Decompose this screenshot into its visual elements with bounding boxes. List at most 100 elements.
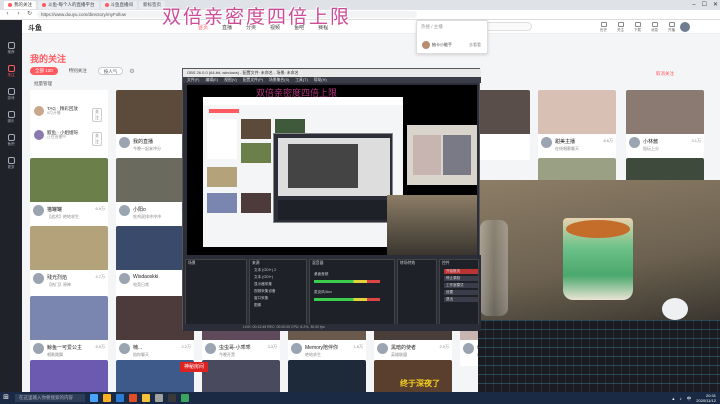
close-button[interactable]: ✕ xyxy=(713,0,718,10)
studio-mode-button[interactable]: 工作室模式 xyxy=(444,283,478,288)
browser-tab-1[interactable]: 斗鱼-每个人的直播平台 xyxy=(38,1,99,9)
obs-menu-help[interactable]: 帮助(H) xyxy=(314,77,327,83)
stream-card[interactable] xyxy=(202,360,280,394)
stream-title: 绝地求生 xyxy=(305,352,321,357)
taskbar-clock[interactable]: 20:31 2020/11/12 xyxy=(696,393,716,403)
sidebar-item-more[interactable]: 更多 xyxy=(7,157,15,170)
stream-title: 今晚开黑 xyxy=(219,352,235,357)
taskbar-app-icon[interactable] xyxy=(103,394,111,402)
obs-menu-tools[interactable]: 工具(T) xyxy=(295,77,307,83)
obs-preview[interactable] xyxy=(187,85,477,255)
site-header: 斗鱼 首页 直播 分类 视频 鱼吧 赛程 搜索主播/直播 历史 关注 下载 消息… xyxy=(22,20,720,34)
source-item[interactable]: 图像 xyxy=(254,303,261,308)
sidebar-item-follow[interactable]: 关注 xyxy=(7,65,15,78)
stream-card[interactable] xyxy=(30,360,108,394)
stream-thumbnail[interactable] xyxy=(30,226,108,270)
windows-start-icon[interactable]: ⊞ xyxy=(2,394,10,402)
minimize-button[interactable]: – xyxy=(692,0,695,10)
back-icon[interactable]: ‹ xyxy=(4,11,11,18)
unfollow-link[interactable]: 取消关注 xyxy=(656,71,674,77)
exit-button[interactable]: 退出 xyxy=(444,297,478,302)
avatar xyxy=(205,343,216,354)
avatar xyxy=(119,343,130,354)
filter-all[interactable]: 全部 120 xyxy=(30,67,58,75)
viewer-count: 9.9万 xyxy=(95,344,105,349)
volume-icon[interactable]: ♪ xyxy=(680,396,682,401)
site-favicon-icon xyxy=(42,3,46,7)
stream-card[interactable]: 残光烈焰 【热门】原神 4.7万 xyxy=(30,226,108,296)
site-logo[interactable]: 斗鱼 xyxy=(28,23,42,33)
streamer-name: 小阳o xyxy=(133,207,146,213)
streamer-name: 小林酱 xyxy=(643,139,659,145)
sort-dropdown[interactable]: 按人气 xyxy=(97,67,124,75)
site-favicon-icon xyxy=(104,3,109,7)
settings-icon[interactable]: ⚙ xyxy=(129,68,134,75)
follow-item[interactable]: 鲸鱼 · 小姐姐呀 正在直播中 关注 xyxy=(34,130,102,146)
stream-banner-text: 双倍亲密度四倍上限 xyxy=(162,6,352,28)
taskbar-app-icon[interactable] xyxy=(116,394,124,402)
popup-go-button[interactable]: 去看看 xyxy=(469,42,481,48)
taskbar-app-icon[interactable] xyxy=(168,394,176,402)
stream-card[interactable] xyxy=(288,360,366,394)
browser-tab-2[interactable]: 斗鱼直播间 xyxy=(100,1,137,9)
start-stream-button[interactable]: 开始推流 xyxy=(444,269,478,274)
stream-thumbnail[interactable] xyxy=(30,158,108,202)
taskbar-app-icon[interactable] xyxy=(155,394,163,402)
download-button[interactable]: 下载 xyxy=(634,22,641,33)
source-item[interactable]: 显示器采集 xyxy=(254,282,272,287)
settings-button[interactable]: 设置 xyxy=(444,290,478,295)
source-item[interactable]: 文本 (GDI+) xyxy=(254,275,273,280)
forward-icon[interactable]: › xyxy=(15,11,22,18)
viewer-count: 3.3万 xyxy=(267,344,277,349)
maximize-button[interactable]: ☐ xyxy=(702,0,707,10)
batch-manage-button[interactable]: 批量管理 xyxy=(34,81,52,87)
filter-special[interactable]: 特别关注 xyxy=(64,67,92,75)
follow-button[interactable]: 关注 xyxy=(92,108,102,122)
taskbar-app-icon[interactable] xyxy=(181,394,189,402)
taskbar-search[interactable]: 在这里输入你要搜索的内容 xyxy=(15,394,85,402)
obs-menu-file[interactable]: 文件(F) xyxy=(187,77,199,83)
source-item[interactable]: 窗口采集 xyxy=(254,296,268,301)
sidebar-item-recommend[interactable]: 推荐 xyxy=(7,42,15,55)
stream-thumbnail[interactable] xyxy=(538,90,616,134)
viewer-count: 2.0万 xyxy=(439,344,449,349)
stream-card[interactable]: 鲸鱼一可爱公主 唱歌跳舞 9.9万 xyxy=(30,296,108,366)
user-avatar[interactable] xyxy=(680,22,690,32)
stop-recording-button[interactable]: 停止录制 xyxy=(444,276,478,281)
ime-indicator[interactable]: 中 xyxy=(687,396,692,402)
taskbar-app-icon[interactable] xyxy=(129,394,137,402)
stream-card[interactable]: 甜美主播 在线唱歌聊天 8.6万 xyxy=(538,90,616,160)
sidebar-item-ent[interactable]: 娱乐 xyxy=(7,111,15,124)
obs-menu-scenes[interactable]: 场景集合(S) xyxy=(269,77,289,83)
table-ball xyxy=(662,298,688,320)
stream-thumbnail[interactable] xyxy=(626,90,704,134)
follow-button[interactable]: 关注 xyxy=(617,22,624,33)
source-item[interactable]: 文本 (GDI+) 2 xyxy=(254,268,276,273)
obs-menu-edit[interactable]: 编辑(E) xyxy=(205,77,218,83)
network-icon[interactable]: ▴ xyxy=(672,396,674,402)
golive-button[interactable]: 开播 xyxy=(668,22,675,33)
sidebar-item-game[interactable]: 游戏 xyxy=(7,88,15,101)
stream-card[interactable]: 小林酱 陪玩上分 3.1万 xyxy=(626,90,704,160)
obs-menu-view[interactable]: 视图(V) xyxy=(224,77,237,83)
obs-menu-profile[interactable]: 配置文件(P) xyxy=(243,77,263,83)
viewer-count: 4.7万 xyxy=(95,274,105,279)
stream-thumbnail[interactable] xyxy=(202,360,280,394)
message-button[interactable]: 消息 xyxy=(651,22,658,33)
sidebar-item-forum[interactable]: 鱼吧 xyxy=(7,134,15,147)
stream-card[interactable]: 猫罐罐 【战术】绝地求生 6.9万 xyxy=(30,158,108,228)
stream-thumbnail[interactable] xyxy=(288,360,366,394)
stream-thumbnail[interactable] xyxy=(30,296,108,340)
stream-thumbnail[interactable] xyxy=(30,360,108,394)
viewer-count: 8.6万 xyxy=(603,138,613,143)
taskbar-app-icon[interactable] xyxy=(90,394,98,402)
history-button[interactable]: 历史 xyxy=(600,22,607,33)
stream-banner-small: 双倍亲密度四倍上限 xyxy=(256,89,338,99)
avatar xyxy=(291,343,302,354)
refresh-icon[interactable]: ↻ xyxy=(26,11,33,18)
follow-item[interactable]: TAG · 精彩回放 6月开播 关注 xyxy=(34,106,102,122)
follow-button[interactable]: 关注 xyxy=(92,132,102,146)
taskbar-app-icon[interactable] xyxy=(142,394,150,402)
browser-tab-0[interactable]: 我的关注 xyxy=(4,1,36,9)
source-item[interactable]: 视频采集设备 xyxy=(254,289,276,294)
